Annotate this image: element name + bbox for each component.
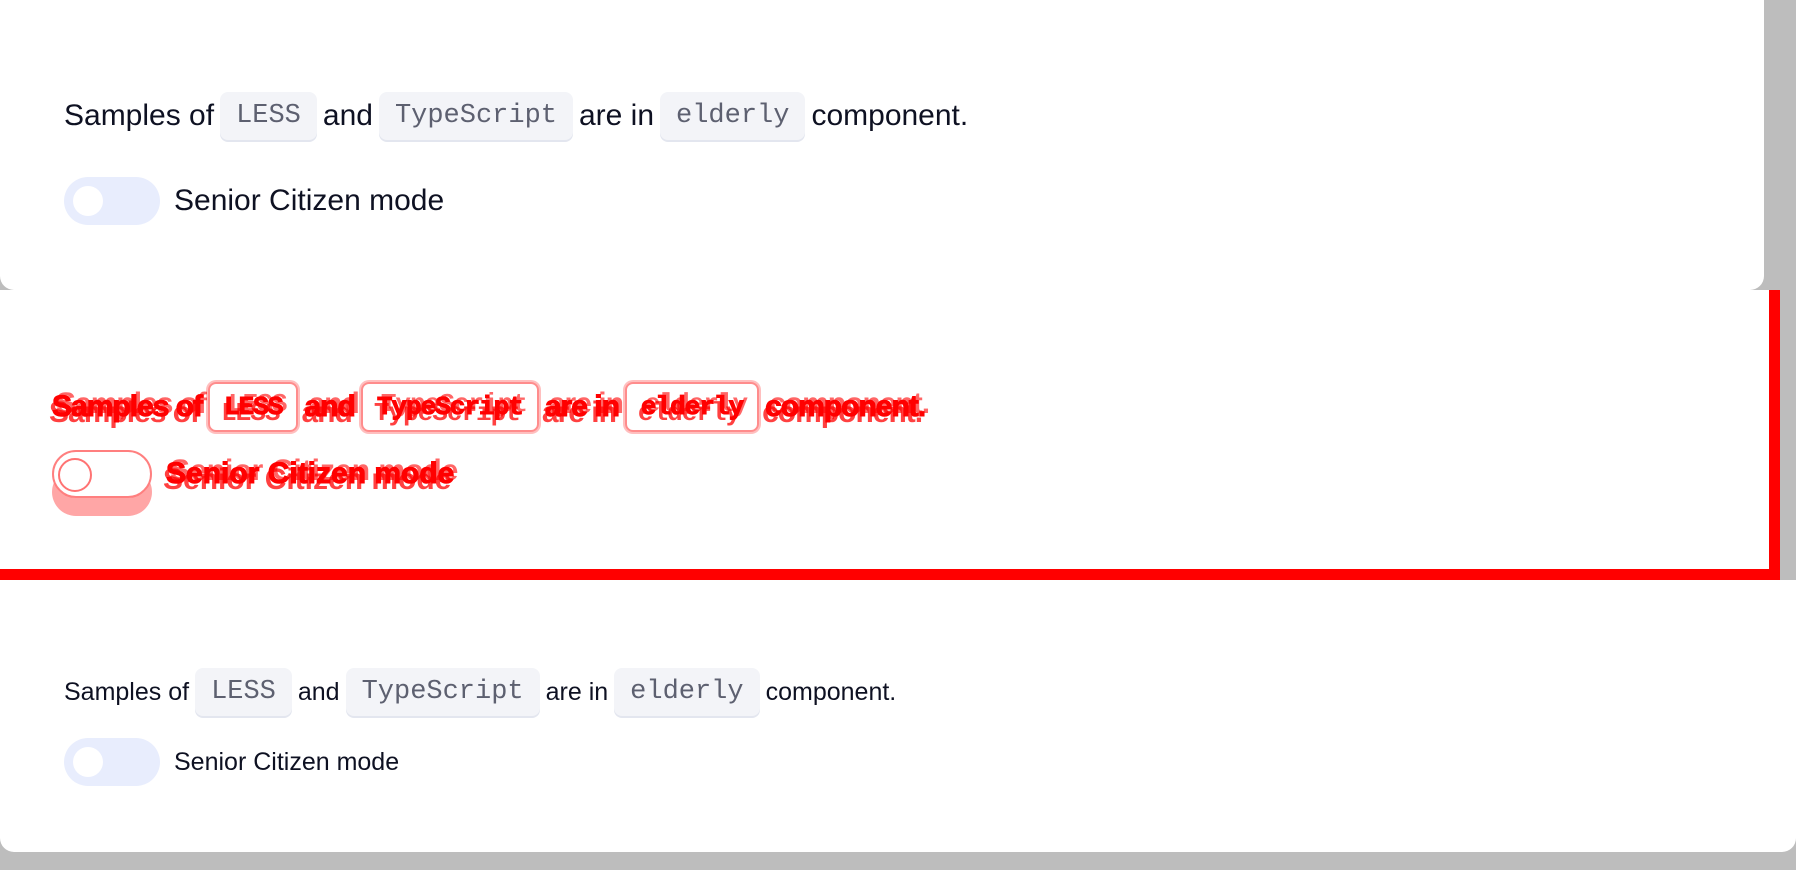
sentence-text: and <box>322 99 373 132</box>
elderly-demo-card-diff: Samples of LESS and TypeScript are in el… <box>0 290 1780 580</box>
code-elderly: elderly <box>660 92 806 140</box>
code-typescript: TypeScript <box>378 92 573 140</box>
sample-sentence: Samples of LESS and TypeScript are in el… <box>51 382 927 432</box>
sentence-text: are in <box>544 390 620 424</box>
sentence-text: and <box>304 390 356 424</box>
code-less: LESS <box>195 668 292 716</box>
elderly-demo-card-large: Samples of LESS and TypeScript are in el… <box>0 0 1764 290</box>
sample-sentence: Samples of LESS and TypeScript are in el… <box>64 92 968 140</box>
sentence-text: and <box>297 677 340 706</box>
code-elderly: elderly <box>624 382 760 432</box>
senior-mode-label: Senior Citizen mode <box>165 457 455 491</box>
senior-mode-toggle-row[interactable]: Senior Citizen mode <box>64 177 444 225</box>
elderly-demo-card-small: Samples of LESS and TypeScript are in el… <box>0 580 1796 852</box>
senior-mode-switch[interactable] <box>52 450 152 498</box>
code-typescript: TypeScript <box>345 668 540 716</box>
senior-mode-label: Senior Citizen mode <box>174 747 400 776</box>
sentence-text: component. <box>811 99 969 132</box>
senior-mode-toggle-row[interactable]: Senior Citizen mode <box>64 738 399 786</box>
senior-mode-switch[interactable] <box>64 177 160 225</box>
senior-mode-toggle-row[interactable]: Senior Citizen mode <box>52 450 455 498</box>
senior-mode-label: Senior Citizen mode <box>174 184 445 217</box>
code-less: LESS <box>220 92 317 140</box>
switch-knob <box>58 458 92 492</box>
switch-knob <box>73 747 103 777</box>
screenshot-stage: Samples of LESS and TypeScript are in el… <box>0 0 1796 870</box>
senior-mode-switch[interactable] <box>64 738 160 786</box>
sentence-text: Samples of <box>64 677 190 706</box>
sentence-text: Samples of <box>64 99 215 132</box>
code-typescript: TypeScript <box>360 382 539 432</box>
code-elderly: elderly <box>614 668 760 716</box>
switch-knob <box>73 186 103 216</box>
sentence-text: component. <box>765 677 897 706</box>
code-less: LESS <box>208 382 299 432</box>
sentence-text: Samples of <box>51 390 203 424</box>
sentence-text: are in <box>578 99 655 132</box>
sentence-text: component. <box>765 390 927 424</box>
sample-sentence: Samples of LESS and TypeScript are in el… <box>64 668 896 716</box>
sentence-text: are in <box>545 677 609 706</box>
